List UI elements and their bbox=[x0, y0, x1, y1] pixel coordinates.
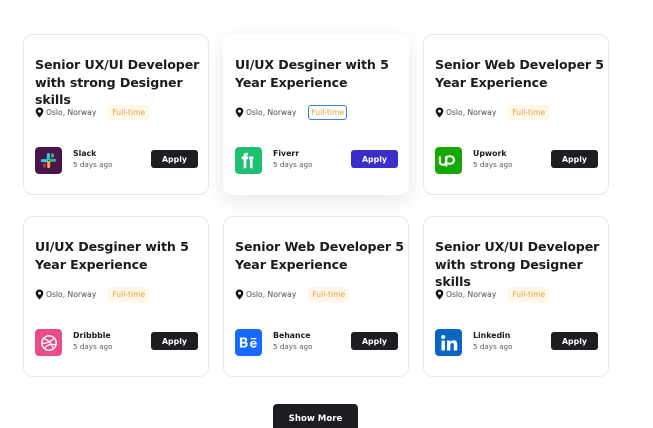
company-info: Dribbble 5 days ago bbox=[73, 331, 112, 353]
job-type-tag: Full-time bbox=[108, 286, 150, 302]
apply-button[interactable]: Apply bbox=[351, 150, 398, 168]
job-title: Senior Web Developer 5 Year Experience bbox=[235, 239, 404, 272]
job-title: Senior Web Developer 5 Year Experience bbox=[435, 57, 604, 90]
company-info: Fiverr 5 days ago bbox=[273, 149, 312, 171]
apply-button[interactable]: Apply bbox=[151, 150, 198, 168]
slack-logo-icon bbox=[35, 147, 62, 174]
posted-time: 5 days ago bbox=[273, 160, 313, 169]
dribbble-logo-icon bbox=[35, 329, 62, 356]
job-type-tag: Full-time bbox=[308, 286, 350, 302]
company-info: Linkedin 5 days ago bbox=[473, 331, 512, 353]
posted-time: 5 days ago bbox=[473, 342, 513, 351]
job-title: UI/UX Desginer with 5 Year Experience bbox=[235, 57, 389, 90]
company-name: Upwork bbox=[473, 149, 507, 158]
job-location: Oslo, Norway bbox=[46, 107, 97, 117]
location-pin-icon bbox=[35, 289, 44, 299]
company-info: Behance 5 days ago bbox=[273, 331, 312, 353]
company-info: Upwork 5 days ago bbox=[473, 149, 512, 171]
apply-button[interactable]: Apply bbox=[551, 332, 598, 350]
company-name: Dribbble bbox=[73, 331, 111, 340]
job-location: Oslo, Norway bbox=[246, 107, 297, 117]
job-location: Oslo, Norway bbox=[46, 289, 97, 299]
location-pin-icon bbox=[435, 107, 444, 117]
job-card[interactable]: Senior Web Developer 5 Year Experience O… bbox=[423, 34, 609, 195]
job-title: Senior UX/UI Developer with strong Desig… bbox=[35, 57, 200, 107]
job-card[interactable]: Senior Web Developer 5 Year Experience O… bbox=[223, 216, 409, 377]
company-info: Slack 5 days ago bbox=[73, 149, 112, 171]
job-type-tag: Full-time bbox=[108, 104, 150, 120]
job-card[interactable]: UI/UX Desginer with 5 Year Experience Os… bbox=[223, 34, 409, 195]
job-meta: Oslo, Norway Full-time bbox=[235, 285, 350, 303]
job-type-tag: Full-time bbox=[308, 104, 348, 120]
posted-time: 5 days ago bbox=[73, 160, 113, 169]
job-location: Oslo, Norway bbox=[246, 289, 297, 299]
behance-logo-icon bbox=[235, 329, 262, 356]
job-location: Oslo, Norway bbox=[446, 289, 497, 299]
company-name: Slack bbox=[73, 149, 97, 158]
job-meta: Oslo, Norway Full-time bbox=[35, 103, 150, 121]
job-meta: Oslo, Norway Full-time bbox=[35, 285, 150, 303]
job-type-tag: Full-time bbox=[508, 104, 550, 120]
job-card[interactable]: UI/UX Desginer with 5 Year Experience Os… bbox=[23, 216, 209, 377]
location-pin-icon bbox=[235, 289, 244, 299]
posted-time: 5 days ago bbox=[73, 342, 113, 351]
job-title: UI/UX Desginer with 5 Year Experience bbox=[35, 239, 189, 272]
show-more-button[interactable]: Show More bbox=[273, 404, 358, 428]
job-meta: Oslo, Norway Full-time bbox=[235, 103, 348, 121]
location-pin-icon bbox=[35, 107, 44, 117]
apply-button[interactable]: Apply bbox=[351, 332, 398, 350]
job-meta: Oslo, Norway Full-time bbox=[435, 285, 550, 303]
company-name: Behance bbox=[273, 331, 311, 340]
company-name: Linkedin bbox=[473, 331, 511, 340]
apply-button[interactable]: Apply bbox=[551, 150, 598, 168]
company-name: Fiverr bbox=[273, 149, 300, 158]
location-pin-icon bbox=[435, 289, 444, 299]
linkedin-logo-icon bbox=[435, 329, 462, 356]
job-location: Oslo, Norway bbox=[446, 107, 497, 117]
job-card[interactable]: Senior UX/UI Developer with strong Desig… bbox=[23, 34, 209, 195]
job-meta: Oslo, Norway Full-time bbox=[435, 103, 550, 121]
upwork-logo-icon bbox=[435, 147, 462, 174]
posted-time: 5 days ago bbox=[473, 160, 513, 169]
job-title: Senior UX/UI Developer with strong Desig… bbox=[435, 239, 600, 289]
job-card[interactable]: Senior UX/UI Developer with strong Desig… bbox=[423, 216, 609, 377]
apply-button[interactable]: Apply bbox=[151, 332, 198, 350]
location-pin-icon bbox=[235, 107, 244, 117]
fiverr-logo-icon bbox=[235, 147, 262, 174]
posted-time: 5 days ago bbox=[273, 342, 313, 351]
job-type-tag: Full-time bbox=[508, 286, 550, 302]
